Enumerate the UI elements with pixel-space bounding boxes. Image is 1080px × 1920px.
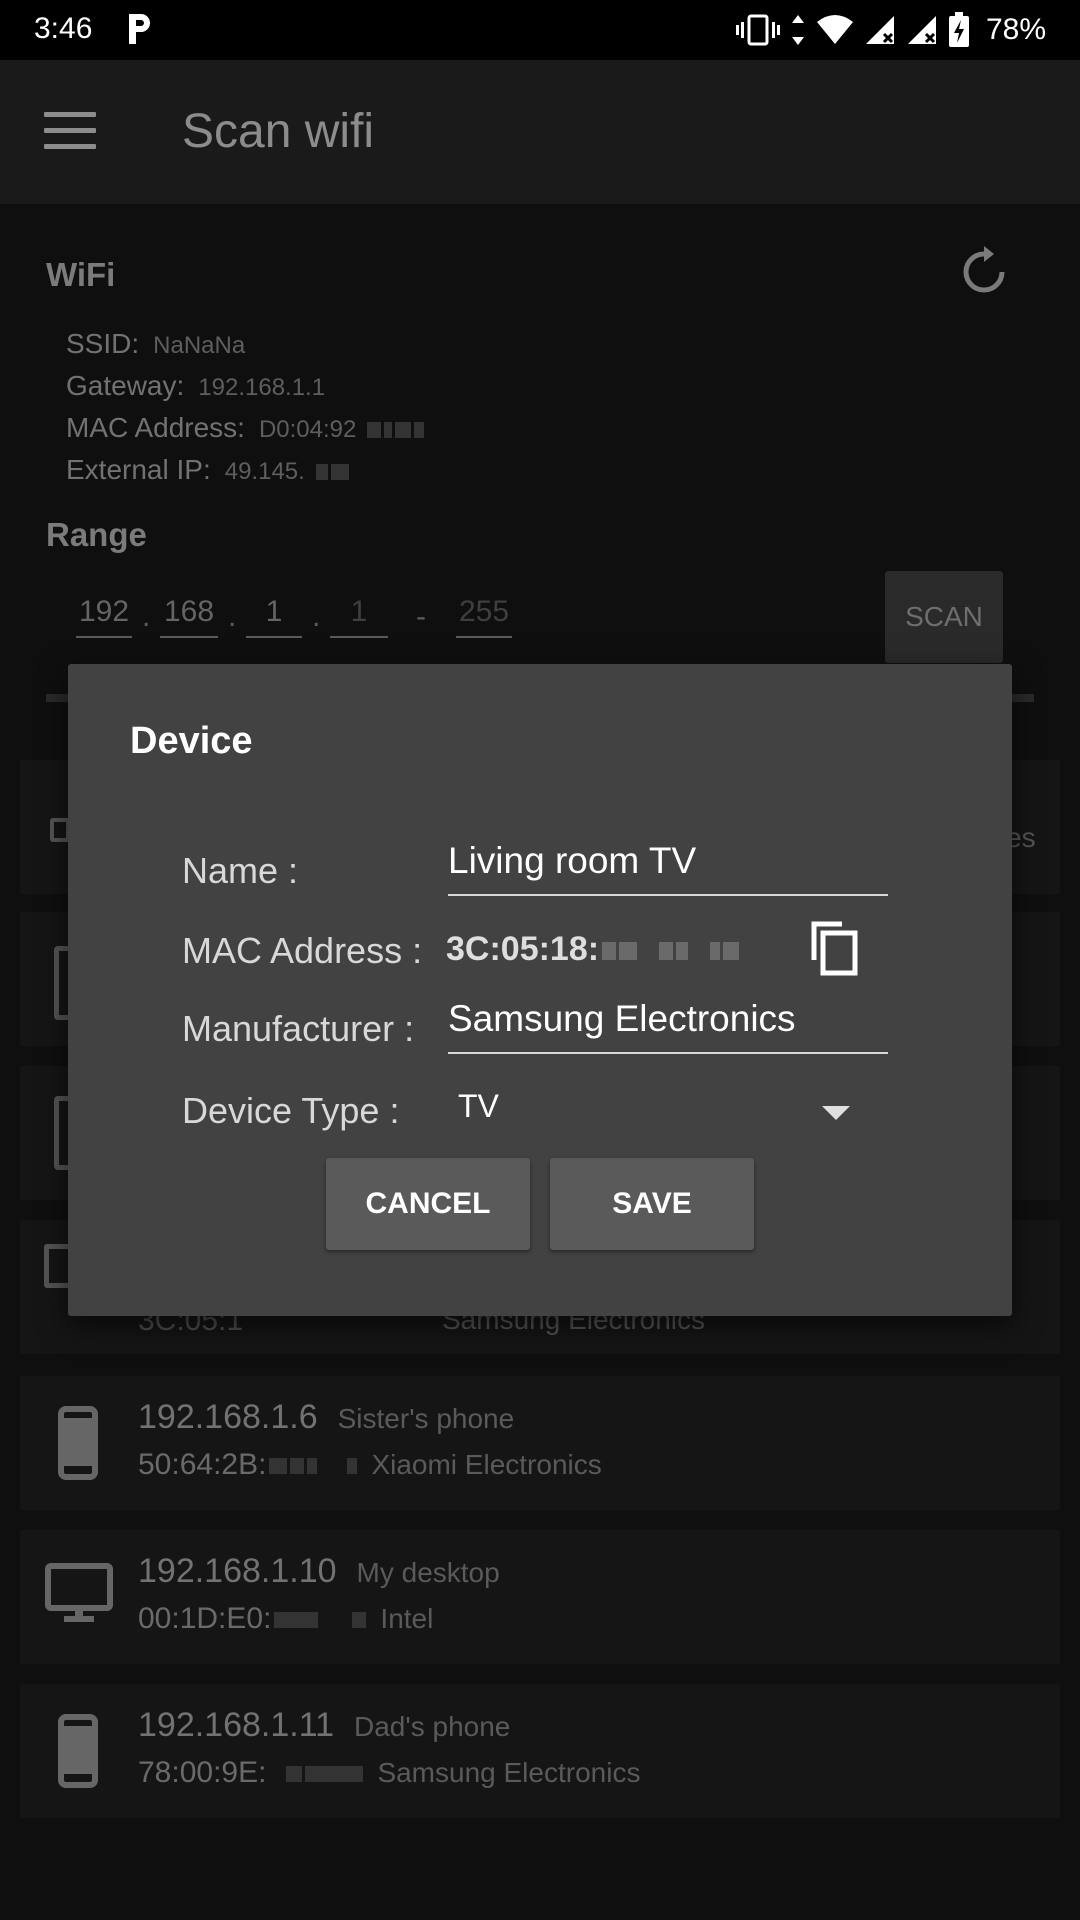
gateway-label: Gateway: — [66, 370, 185, 401]
redacted-block — [414, 421, 425, 438]
external-ip-label: External IP: — [66, 454, 211, 485]
app-bar: Scan wifi — [0, 60, 1080, 204]
signal-icon-2 — [907, 16, 936, 44]
device-card[interactable]: 192.168.1.6 Sister's phone 50:64:2B: Xiaom… — [20, 1376, 1060, 1510]
device-ip-value: 192.168.1.6 — [138, 1398, 318, 1436]
mac-address-value: 3C:05:18: — [446, 930, 740, 969]
redacted-block — [352, 1612, 367, 1629]
device-type-label: Device Type : — [182, 1090, 400, 1131]
redacted-block — [307, 1458, 318, 1475]
redacted-block — [619, 942, 638, 961]
redacted-block — [269, 1458, 288, 1475]
device-ip: 192.168.1.10 My desktop — [138, 1552, 500, 1591]
device-type-value: TV — [458, 1088, 499, 1124]
external-ip-value: 49.145. — [224, 458, 305, 485]
mac-address-text: 3C:05:18: — [446, 930, 600, 968]
status-icons: 78% — [735, 10, 1046, 50]
copy-icon[interactable] — [808, 920, 860, 976]
ssid-value: NaNaNa — [153, 332, 246, 359]
redacted-block — [384, 421, 393, 438]
device-name: Sister's phone — [337, 1403, 515, 1434]
battery-percentage: 78% — [985, 13, 1046, 46]
device-manufacturer: Samsung Electronics — [377, 1757, 641, 1788]
mac-value: D0:04:92 — [258, 416, 357, 443]
range-dot: . — [228, 600, 237, 633]
data-arrows-icon — [791, 15, 804, 45]
range-octet-2[interactable]: 168 — [160, 588, 218, 638]
device-mac-value: 78:00:9E: — [138, 1756, 267, 1789]
phone-icon — [58, 1406, 98, 1480]
device-mac-value: 00:1D:E0: — [138, 1602, 272, 1635]
mac-row: MAC Address: D0:04:92 — [66, 412, 425, 444]
device-manufacturer: Xiaomi Electronics — [371, 1449, 602, 1480]
range-end-field[interactable]: 255 — [456, 588, 512, 638]
range-octet-3[interactable]: 1 — [246, 588, 302, 638]
dropdown-arrow-icon[interactable] — [822, 1106, 850, 1122]
redacted-block — [602, 942, 617, 961]
redacted-block — [347, 1458, 358, 1475]
wifi-icon — [816, 15, 853, 44]
vibrate-icon — [735, 14, 780, 46]
parking-app-icon — [129, 14, 150, 44]
manufacturer-label: Manufacturer : — [182, 1008, 415, 1049]
range-dot: . — [142, 600, 151, 633]
redacted-block — [710, 942, 721, 961]
range-start-field[interactable]: 1 — [330, 588, 388, 638]
device-ip: 192.168.1.6 Sister's phone — [138, 1398, 514, 1437]
monitor-icon — [45, 1563, 113, 1622]
dialog-title: Device — [130, 720, 253, 762]
redacted-block — [330, 463, 349, 480]
mac-address-label: MAC Address : — [182, 930, 423, 971]
device-mac: 78:00:9E: Samsung Electronics — [138, 1756, 640, 1790]
redacted-block — [367, 421, 382, 438]
device-name: Dad's phone — [354, 1711, 511, 1742]
menu-icon[interactable] — [44, 112, 96, 152]
device-icon — [50, 818, 70, 842]
redacted-block — [290, 1458, 305, 1475]
refresh-icon[interactable] — [956, 244, 1012, 300]
device-dialog: Device Name : MAC Address : 3C:05:18: Ma… — [68, 664, 1012, 1316]
range-dash: - — [416, 600, 426, 633]
device-manufacturer: Intel — [380, 1603, 434, 1634]
redacted-block — [395, 421, 412, 438]
redacted-block — [315, 463, 328, 480]
ssid-label: SSID: — [66, 328, 140, 359]
device-ip: 192.168.1.11 Dad's phone — [138, 1706, 510, 1745]
save-button[interactable]: SAVE — [550, 1158, 754, 1250]
device-mac-value: 50:64:2B: — [138, 1448, 267, 1481]
battery-charging-icon — [948, 12, 969, 47]
range-section-title: Range — [46, 516, 147, 553]
external-ip-row: External IP: 49.145. — [66, 454, 349, 486]
device-ip-value: 192.168.1.10 — [138, 1552, 337, 1590]
mac-label: MAC Address: — [66, 412, 245, 443]
device-mac: 00:1D:E0: Intel — [138, 1602, 433, 1636]
app-title: Scan wifi — [182, 105, 375, 158]
name-input[interactable] — [448, 834, 888, 896]
device-mac: 50:64:2B: Xiaomi Electronics — [138, 1448, 602, 1482]
redacted-block — [305, 1766, 364, 1783]
ssid-row: SSID: NaNaNa — [66, 328, 245, 360]
wifi-section-title: WiFi — [46, 256, 116, 293]
manufacturer-input[interactable] — [448, 992, 888, 1054]
gateway-value: 192.168.1.1 — [198, 374, 326, 401]
range-dot: . — [312, 600, 321, 633]
device-ip-value: 192.168.1.11 — [138, 1706, 334, 1744]
name-label: Name : — [182, 850, 299, 891]
redacted-block — [659, 942, 674, 961]
device-card[interactable]: 192.168.1.11 Dad's phone 78:00:9E: Samsung… — [20, 1684, 1060, 1818]
signal-icon-1 — [865, 16, 894, 44]
status-bar: 3:46 78% — [0, 0, 1080, 60]
redacted-block — [274, 1612, 319, 1629]
status-time: 3:46 — [34, 12, 93, 45]
range-octet-1[interactable]: 192 — [76, 588, 132, 638]
device-card[interactable]: 192.168.1.10 My desktop 00:1D:E0: Intel — [20, 1530, 1060, 1664]
scan-button[interactable]: SCAN — [885, 571, 1003, 663]
redacted-block — [676, 942, 689, 961]
cancel-button[interactable]: CANCEL — [326, 1158, 530, 1250]
redacted-block — [286, 1766, 303, 1783]
phone-icon — [58, 1714, 98, 1788]
gateway-row: Gateway: 192.168.1.1 — [66, 370, 325, 402]
redacted-block — [723, 942, 740, 961]
device-name: My desktop — [356, 1557, 500, 1588]
